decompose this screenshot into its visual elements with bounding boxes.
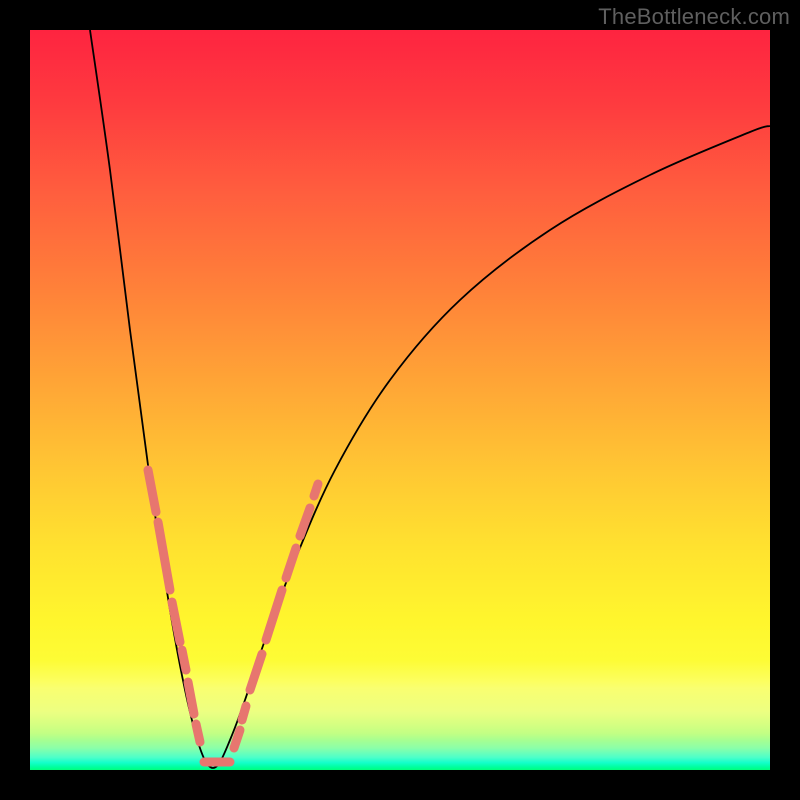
salmon-dash-segment	[234, 730, 240, 748]
plot-area	[30, 30, 770, 770]
salmon-dash-segment	[250, 654, 262, 690]
watermark-text: TheBottleneck.com	[598, 4, 790, 30]
outer-black-frame: TheBottleneck.com	[0, 0, 800, 800]
salmon-dash-segment	[242, 706, 246, 720]
salmon-dash-segment	[314, 484, 318, 496]
salmon-dash-segment	[182, 650, 186, 670]
salmon-dash-segment	[196, 724, 200, 742]
salmon-dash-group	[148, 470, 318, 762]
salmon-dash-segment	[286, 548, 296, 578]
salmon-dash-segment	[266, 590, 282, 640]
salmon-dash-segment	[300, 508, 310, 536]
salmon-dash-segment	[188, 682, 194, 714]
bottleneck-curve	[90, 30, 770, 768]
salmon-dash-segment	[158, 522, 170, 590]
curve-svg	[30, 30, 770, 770]
salmon-dash-segment	[172, 602, 180, 642]
salmon-dash-segment	[148, 470, 156, 512]
